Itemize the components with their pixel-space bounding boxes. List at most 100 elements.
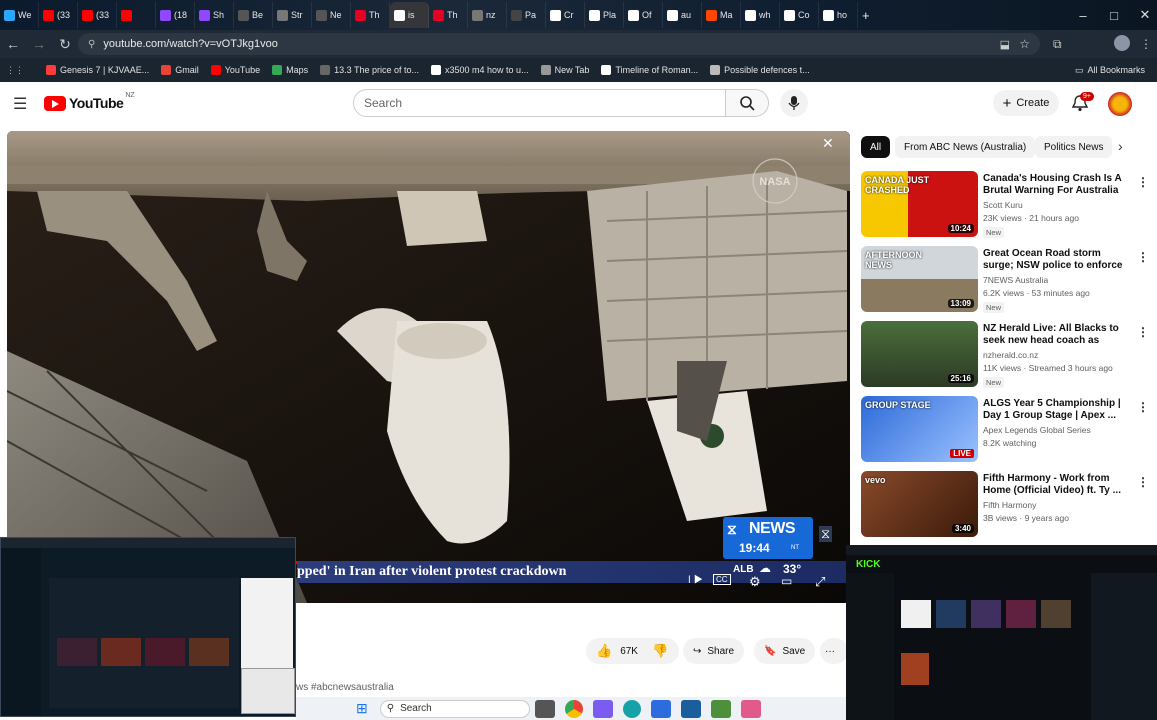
bookmark-item[interactable]: Genesis 7 | KJVAAE... [40, 65, 155, 75]
install-icon[interactable]: ⬓ [1000, 38, 1010, 51]
share-button[interactable]: ↪ Share [683, 638, 745, 664]
video-thumbnail[interactable]: vevo 3:40 [861, 471, 978, 537]
extensions-icon[interactable]: ⧉ [1053, 37, 1062, 52]
browser-tab[interactable]: (18 [156, 2, 195, 28]
save-button[interactable]: 🔖 Save [754, 638, 816, 664]
fullscreen-icon[interactable]: ⤢ [815, 574, 825, 590]
settings-gear-icon[interactable]: ⚙ [749, 574, 761, 590]
channel-name[interactable]: 7NEWS Australia [983, 275, 1048, 285]
browser-tab[interactable] [117, 2, 156, 28]
like-count[interactable]: 67K [620, 646, 638, 657]
minimize-button[interactable]: – [1066, 0, 1100, 30]
menu-dots-icon[interactable]: ⋮ [1140, 37, 1152, 51]
browser-tab[interactable]: Pla [585, 2, 624, 28]
video-player[interactable]: NASA ✕ pped' in Iran after violent prote… [7, 131, 850, 603]
browser-tab[interactable]: au [663, 2, 702, 28]
browser-tab[interactable]: Be [234, 2, 273, 28]
more-options-icon[interactable]: ⋮ [1137, 325, 1149, 339]
taskbar-search[interactable]: ⚲ Search [379, 699, 530, 718]
search-input[interactable]: Search [353, 89, 726, 117]
filter-chip[interactable]: From ABC News (Australia) [895, 136, 1036, 158]
channel-name[interactable]: Scott Kuru [983, 200, 1023, 210]
video-thumbnail[interactable]: GROUP STAGE LIVE [861, 396, 978, 462]
recommended-video[interactable]: GROUP STAGE LIVE ALGS Year 5 Championship … [861, 396, 1151, 466]
recommended-video[interactable]: 25:16 NZ Herald Live: All Blacks to seek … [861, 321, 1151, 391]
thumbs-up-icon[interactable]: 👍 [596, 643, 612, 659]
browser-tab[interactable]: Cr [546, 2, 585, 28]
more-options-icon[interactable]: ⋮ [1137, 250, 1149, 264]
task-view-icon[interactable] [534, 699, 555, 718]
profile-icon[interactable] [1114, 35, 1130, 51]
video-thumbnail[interactable]: CANADA JUST CRASHED 10:24 [861, 171, 978, 237]
browser-tab[interactable]: We [0, 2, 39, 28]
browser-tab[interactable]: nz [468, 2, 507, 28]
app-icon[interactable] [680, 699, 701, 718]
app-icon[interactable] [710, 699, 731, 718]
video-thumbnail[interactable]: AFTERNOON NEWS 13:09 [861, 246, 978, 312]
video-title[interactable]: NZ Herald Live: All Blacks to seek new h… [983, 323, 1125, 347]
site-info-icon[interactable]: ⚲ [88, 39, 95, 50]
app-icon[interactable] [592, 699, 613, 718]
browser-tab[interactable]: Str [273, 2, 312, 28]
more-options-icon[interactable]: ⋮ [1137, 475, 1149, 489]
recommended-video[interactable]: AFTERNOON NEWS 13:09 Great Ocean Road stor… [861, 246, 1151, 316]
browser-tab[interactable]: is [390, 2, 429, 28]
recommended-video[interactable]: vevo 3:40 Fifth Harmony - Work from Home (… [861, 471, 1151, 541]
forward-button[interactable]: → [26, 31, 52, 57]
captions-icon[interactable]: CC [713, 574, 731, 585]
edge-icon[interactable] [622, 699, 641, 718]
chrome-icon[interactable] [564, 699, 583, 718]
more-options-icon[interactable]: ⋮ [1137, 400, 1149, 414]
more-actions-button[interactable]: ··· [820, 638, 848, 664]
bookmark-item[interactable]: YouTube [205, 65, 266, 75]
voice-search-button[interactable] [780, 89, 808, 117]
channel-name[interactable]: nzherald.co.nz [983, 350, 1038, 360]
new-tab-button[interactable]: + [858, 2, 897, 28]
close-window-button[interactable]: ✕ [1128, 0, 1157, 30]
browser-tab[interactable]: Ma [702, 2, 741, 28]
all-bookmarks[interactable]: ▭ All Bookmarks [1069, 65, 1151, 76]
bookmark-item[interactable]: Maps [266, 65, 314, 75]
bookmark-item[interactable]: 13.3 The price of to... [314, 65, 425, 75]
filter-chip[interactable]: All [861, 136, 891, 158]
app-icon[interactable] [740, 699, 761, 718]
filter-chip[interactable]: Politics News [1035, 136, 1113, 158]
thumbs-down-icon[interactable]: 👎 [652, 643, 668, 659]
search-button[interactable] [726, 89, 769, 117]
browser-tab[interactable]: Th [351, 2, 390, 28]
more-options-icon[interactable]: ⋮ [1137, 175, 1149, 189]
inset-window-left[interactable] [0, 537, 296, 717]
channel-name[interactable]: Apex Legends Global Series [983, 425, 1091, 435]
browser-tab[interactable]: (33 [78, 2, 117, 28]
app-icon[interactable] [650, 699, 671, 718]
theater-mode-icon[interactable]: ▭ [781, 574, 792, 588]
browser-tab[interactable]: Th [429, 2, 468, 28]
bookmark-item[interactable]: Possible defences t... [704, 65, 816, 75]
create-button[interactable]: + Create [993, 90, 1059, 116]
browser-tab[interactable]: (33 [39, 2, 78, 28]
video-title[interactable]: Canada's Housing Crash Is A Brutal Warni… [983, 173, 1125, 197]
youtube-logo[interactable]: YouTube NZ [44, 92, 135, 111]
video-title[interactable]: Fifth Harmony - Work from Home (Official… [983, 473, 1125, 497]
avatar[interactable] [1108, 92, 1132, 116]
maximize-button[interactable]: □ [1097, 0, 1131, 30]
browser-tab[interactable]: Pa [507, 2, 546, 28]
reload-button[interactable]: ↻ [52, 31, 78, 57]
browser-tab[interactable]: Of [624, 2, 663, 28]
bookmark-star-icon[interactable]: ☆ [1019, 37, 1030, 51]
browser-tab[interactable]: Co [780, 2, 819, 28]
bookmark-item[interactable]: Gmail [155, 65, 205, 75]
apps-grid-icon[interactable]: ⋮⋮ [6, 65, 24, 76]
video-title[interactable]: ALGS Year 5 Championship | Day 1 Group S… [983, 398, 1125, 422]
browser-tab[interactable]: Sh [195, 2, 234, 28]
address-bar[interactable]: ⚲ youtube.com/watch?v=vOTJkg1voo ⬓ ☆ [78, 33, 1040, 55]
close-miniplayer-button[interactable]: ✕ [822, 135, 834, 152]
bookmark-item[interactable]: New Tab [535, 65, 596, 75]
video-thumbnail[interactable]: 25:16 [861, 321, 978, 387]
back-button[interactable]: ← [0, 31, 26, 57]
recommended-video[interactable]: CANADA JUST CRASHED 10:24 Canada's Housing… [861, 171, 1151, 241]
autoplay-toggle[interactable]: ⏽▶ [685, 574, 703, 587]
browser-tab[interactable]: wh [741, 2, 780, 28]
chevron-right-icon[interactable]: › [1118, 138, 1123, 154]
windows-start-icon[interactable]: ⊞ [356, 700, 368, 717]
